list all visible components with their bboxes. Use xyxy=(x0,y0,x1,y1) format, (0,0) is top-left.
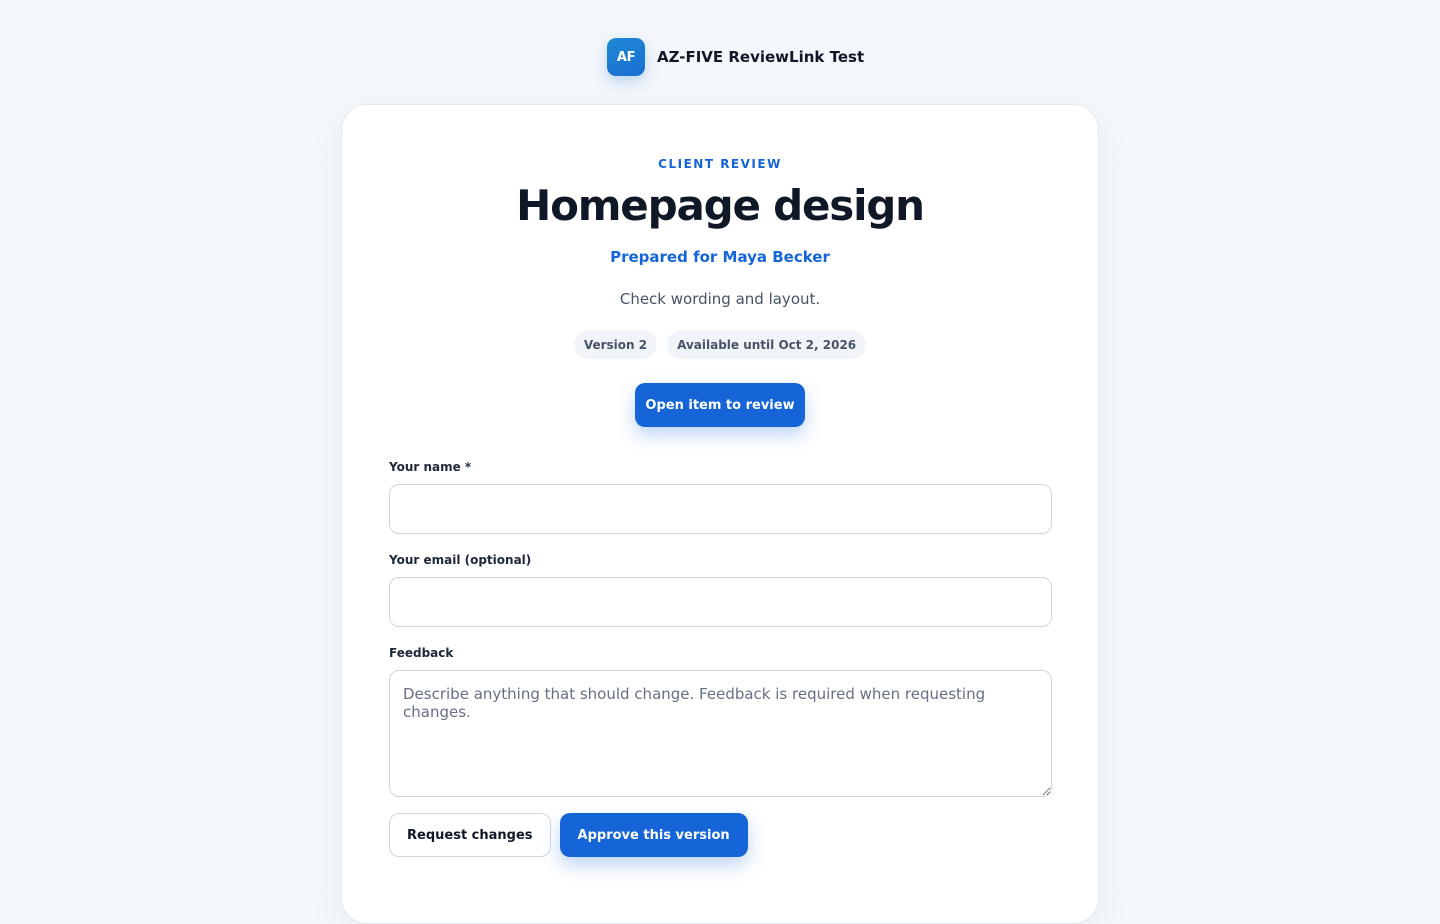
eyebrow-label: CLIENT REVIEW xyxy=(658,157,782,171)
brand-logo-icon: AF xyxy=(607,38,645,76)
open-item-button[interactable]: Open item to review xyxy=(635,383,805,427)
approve-button[interactable]: Approve this version xyxy=(559,813,748,857)
email-input[interactable] xyxy=(389,577,1052,627)
review-card: CLIENT REVIEW Homepage design Prepared f… xyxy=(341,104,1099,924)
name-field-label: Your name * xyxy=(389,460,472,474)
request-changes-button[interactable]: Request changes xyxy=(389,813,551,857)
availability-badge: Available until Oct 2, 2026 xyxy=(667,330,867,359)
form-actions: Request changes Approve this version xyxy=(389,813,748,857)
brand-header: AF AZ-FIVE ReviewLink Test xyxy=(607,38,864,76)
brand-name: AZ-FIVE ReviewLink Test xyxy=(657,48,865,66)
prepared-for-text: Prepared for Maya Becker xyxy=(610,248,830,266)
name-input[interactable] xyxy=(389,484,1052,534)
page-title: Homepage design xyxy=(516,181,925,230)
version-badge: Version 2 xyxy=(573,330,658,359)
feedback-field-label: Feedback xyxy=(389,646,454,660)
email-field-label: Your email (optional) xyxy=(389,553,532,567)
meta-badges: Version 2 Available until Oct 2, 2026 xyxy=(342,330,1098,359)
review-description: Check wording and layout. xyxy=(619,290,821,308)
feedback-textarea[interactable] xyxy=(389,670,1052,797)
